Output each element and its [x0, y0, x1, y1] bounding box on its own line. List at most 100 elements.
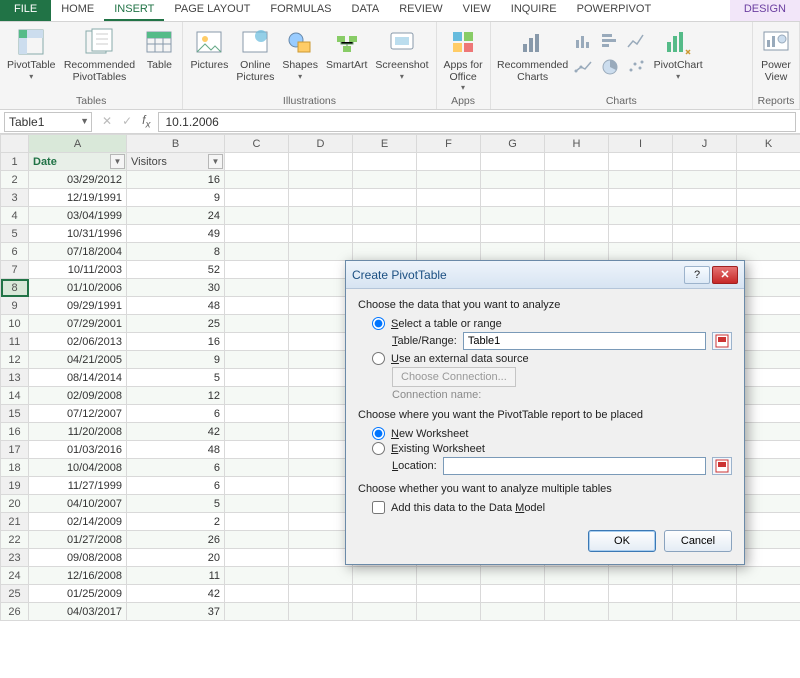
- tab-review[interactable]: REVIEW: [389, 0, 452, 21]
- bar-chart-icon[interactable]: [599, 30, 623, 54]
- empty-cell[interactable]: [737, 189, 800, 207]
- fx-icon[interactable]: fx: [142, 113, 150, 130]
- empty-cell[interactable]: [737, 531, 800, 549]
- empty-cell[interactable]: [737, 225, 800, 243]
- cell-date[interactable]: 07/12/2007: [29, 405, 127, 423]
- pie-chart-icon[interactable]: [599, 56, 623, 80]
- table-range-input[interactable]: [463, 332, 706, 350]
- row-header[interactable]: 5: [1, 225, 29, 243]
- empty-cell[interactable]: [609, 243, 673, 261]
- empty-cell[interactable]: [289, 243, 353, 261]
- empty-cell[interactable]: [289, 513, 353, 531]
- empty-cell[interactable]: [225, 531, 289, 549]
- row-header[interactable]: 8: [1, 279, 29, 297]
- recommended-charts-button[interactable]: Recommended Charts: [495, 26, 571, 83]
- empty-cell[interactable]: [225, 549, 289, 567]
- tab-formulas[interactable]: FORMULAS: [260, 0, 341, 21]
- row-header[interactable]: 12: [1, 351, 29, 369]
- empty-cell[interactable]: [289, 351, 353, 369]
- cell-date[interactable]: 11/27/1999: [29, 477, 127, 495]
- empty-cell[interactable]: [289, 531, 353, 549]
- column-header[interactable]: I: [609, 135, 673, 153]
- cell-date[interactable]: 07/29/2001: [29, 315, 127, 333]
- empty-cell[interactable]: [673, 171, 737, 189]
- cell-visitors[interactable]: 9: [127, 189, 225, 207]
- empty-cell[interactable]: [289, 225, 353, 243]
- chart-type-gallery[interactable]: [573, 26, 649, 80]
- empty-cell[interactable]: [481, 243, 545, 261]
- empty-cell[interactable]: [673, 225, 737, 243]
- empty-cell[interactable]: [737, 243, 800, 261]
- empty-cell[interactable]: [609, 171, 673, 189]
- empty-cell[interactable]: [545, 225, 609, 243]
- online-pictures-button[interactable]: Online Pictures: [233, 26, 277, 83]
- formula-input[interactable]: 10.1.2006: [158, 112, 796, 132]
- cell-visitors[interactable]: 6: [127, 459, 225, 477]
- cell-visitors[interactable]: 16: [127, 333, 225, 351]
- scatter-chart-icon[interactable]: [625, 56, 649, 80]
- cancel-formula-icon[interactable]: ✕: [102, 114, 112, 128]
- cell-date[interactable]: 01/27/2008: [29, 531, 127, 549]
- cell-visitors[interactable]: 2: [127, 513, 225, 531]
- table-row[interactable]: 510/31/199649: [1, 225, 800, 243]
- tab-view[interactable]: VIEW: [453, 0, 501, 21]
- empty-cell[interactable]: [289, 549, 353, 567]
- empty-cell[interactable]: [737, 495, 800, 513]
- empty-cell[interactable]: [225, 297, 289, 315]
- empty-cell[interactable]: [289, 459, 353, 477]
- column-header[interactable]: D: [289, 135, 353, 153]
- cell-date[interactable]: 03/29/2012: [29, 171, 127, 189]
- empty-cell[interactable]: [225, 207, 289, 225]
- name-box[interactable]: Table1▼: [4, 112, 92, 132]
- empty-cell[interactable]: [545, 585, 609, 603]
- cell-date[interactable]: 03/04/1999: [29, 207, 127, 225]
- empty-cell[interactable]: [289, 189, 353, 207]
- pivottable-button[interactable]: PivotTable▾: [4, 26, 58, 81]
- empty-cell[interactable]: [289, 405, 353, 423]
- tab-home[interactable]: HOME: [51, 0, 104, 21]
- cell-date[interactable]: 04/10/2007: [29, 495, 127, 513]
- cell-date[interactable]: 11/20/2008: [29, 423, 127, 441]
- empty-cell[interactable]: [225, 369, 289, 387]
- empty-cell[interactable]: [289, 207, 353, 225]
- select-all-cell[interactable]: [1, 135, 29, 153]
- row-header[interactable]: 9: [1, 297, 29, 315]
- row-header[interactable]: 16: [1, 423, 29, 441]
- row-header[interactable]: 6: [1, 243, 29, 261]
- empty-cell[interactable]: [225, 189, 289, 207]
- cell-date[interactable]: 12/19/1991: [29, 189, 127, 207]
- empty-cell[interactable]: [609, 585, 673, 603]
- cell-visitors[interactable]: 24: [127, 207, 225, 225]
- row-header[interactable]: 17: [1, 441, 29, 459]
- empty-cell[interactable]: [289, 423, 353, 441]
- filter-dropdown-icon[interactable]: ▼: [208, 154, 223, 169]
- empty-cell[interactable]: [673, 207, 737, 225]
- empty-cell[interactable]: [609, 207, 673, 225]
- cell-visitors[interactable]: 48: [127, 297, 225, 315]
- empty-cell[interactable]: [545, 171, 609, 189]
- table-row[interactable]: 403/04/199924: [1, 207, 800, 225]
- cell-visitors[interactable]: 25: [127, 315, 225, 333]
- column-header[interactable]: H: [545, 135, 609, 153]
- empty-cell[interactable]: [289, 369, 353, 387]
- cell-visitors[interactable]: 5: [127, 495, 225, 513]
- column-header-date[interactable]: Date▼: [29, 153, 127, 171]
- cell-visitors[interactable]: 42: [127, 585, 225, 603]
- row-header[interactable]: 13: [1, 369, 29, 387]
- recommended-pivottables-button[interactable]: Recommended PivotTables: [60, 26, 138, 83]
- empty-cell[interactable]: [225, 333, 289, 351]
- cell-date[interactable]: 02/06/2013: [29, 333, 127, 351]
- table-row[interactable]: 203/29/201216: [1, 171, 800, 189]
- empty-cell[interactable]: [225, 441, 289, 459]
- tab-powerpivot[interactable]: POWERPIVOT: [567, 0, 662, 21]
- empty-cell[interactable]: [289, 171, 353, 189]
- empty-cell[interactable]: [737, 405, 800, 423]
- empty-cell[interactable]: [225, 225, 289, 243]
- column-header[interactable]: C: [225, 135, 289, 153]
- cell-visitors[interactable]: 52: [127, 261, 225, 279]
- empty-cell[interactable]: [737, 333, 800, 351]
- row-header[interactable]: 21: [1, 513, 29, 531]
- empty-cell[interactable]: [353, 585, 417, 603]
- column-header[interactable]: A: [29, 135, 127, 153]
- column-header[interactable]: K: [737, 135, 800, 153]
